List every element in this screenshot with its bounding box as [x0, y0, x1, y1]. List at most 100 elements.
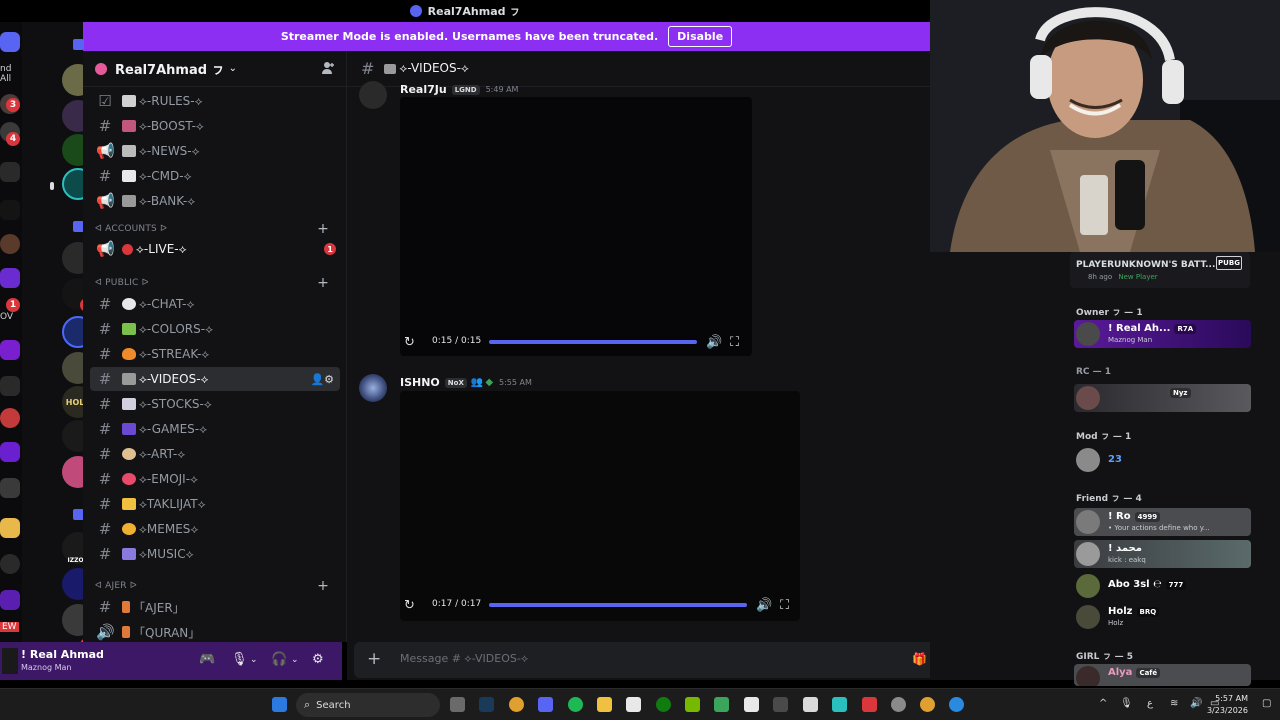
app-icon-2[interactable] — [773, 697, 788, 712]
notification-icon[interactable]: ▢ — [1262, 698, 1271, 709]
member-item[interactable]: ! محمد kick : eakq — [1074, 540, 1251, 568]
category-accounts[interactable]: ᐊ ACCOUNTS ᐅ + — [95, 221, 335, 237]
chrome-icon[interactable] — [509, 697, 524, 712]
taskbar-clock[interactable]: 5:57 AM 3/23/2026 — [1207, 693, 1248, 717]
category-public[interactable]: ᐊ PUBLIC ᐅ + — [95, 275, 335, 291]
edge-avatar-9[interactable] — [0, 408, 20, 428]
edge-avatar-13[interactable] — [0, 554, 20, 574]
gear-icon[interactable]: ⚙ — [312, 652, 324, 667]
headphones-icon[interactable]: 🎧 — [271, 652, 287, 667]
channel-art[interactable]: # ⟡-ART-⟡ — [90, 442, 340, 466]
language-indicator[interactable]: ع — [1147, 698, 1153, 709]
edge-avatar-6[interactable] — [0, 268, 20, 288]
gamepad-icon[interactable]: 🎮 — [199, 652, 215, 667]
channel-colors[interactable]: # ⟡-COLORS-⟡ — [90, 317, 340, 341]
camera-app-icon[interactable] — [450, 697, 465, 712]
channel-memes[interactable]: # ⟡MEMES⟡ — [90, 517, 340, 541]
wifi-icon[interactable]: ≋ — [1170, 698, 1178, 709]
settings-icon[interactable] — [891, 697, 906, 712]
activity-card[interactable]: PLAYERUNKNOWN'S BATT... 8h ago New Playe… — [1070, 252, 1250, 288]
microphone-icon[interactable]: 🎙 — [231, 652, 248, 667]
steam-icon[interactable] — [479, 697, 494, 712]
channel-chat[interactable]: # ⟡-CHAT-⟡ — [90, 292, 340, 316]
channel-cmd[interactable]: # ⟡-CMD-⟡ — [90, 164, 340, 188]
member-item[interactable]: Alya Café — [1074, 664, 1251, 686]
user-display-name[interactable]: ! Real Ahmad — [21, 648, 104, 661]
play-icon[interactable] — [714, 697, 729, 712]
channel-stocks[interactable]: # ⟡-STOCKS-⟡ — [90, 392, 340, 416]
avatar[interactable] — [359, 374, 387, 402]
taskbar-search[interactable]: ⌕ Search — [296, 693, 440, 717]
channel-boost[interactable]: # ⟡-BOOST-⟡ — [90, 114, 340, 138]
microphone-tray-icon[interactable]: 🎙 — [1120, 698, 1133, 709]
chevron-up-icon[interactable]: ^ — [1099, 698, 1107, 709]
discord-taskbar-icon[interactable] — [538, 697, 553, 712]
edge-avatar-4[interactable] — [0, 200, 20, 220]
add-channel-icon[interactable]: + — [317, 275, 329, 291]
app-icon-5[interactable] — [862, 697, 877, 712]
channel-games[interactable]: # ⟡-GAMES-⟡ — [90, 417, 340, 441]
video-progress-bar[interactable] — [489, 340, 697, 344]
avatar[interactable] — [2, 648, 18, 674]
nvidia-icon[interactable] — [685, 697, 700, 712]
channel-videos[interactable]: # ⟡-VIDEOS-⟡ 👤⚙ — [90, 367, 340, 391]
spotify-icon[interactable] — [568, 697, 583, 712]
channel-emoji[interactable]: # ⟡-EMOJI-⟡ — [90, 467, 340, 491]
chrome-icon-2[interactable] — [920, 697, 935, 712]
channel-taklijat[interactable]: # ⟡TAKLIJAT⟡ — [90, 492, 340, 516]
xbox-icon[interactable] — [656, 697, 671, 712]
fullscreen-icon[interactable]: ⛶ — [730, 335, 739, 350]
volume-icon[interactable]: 🔊 — [706, 335, 722, 350]
volume-icon[interactable]: 🔊 — [756, 598, 772, 613]
windows-start-icon[interactable] — [272, 697, 287, 712]
add-channel-icon[interactable]: + — [317, 221, 329, 237]
chevron-down-icon[interactable]: ⌄ — [250, 655, 258, 665]
channel-bank[interactable]: 📢 ⟡-BANK-⟡ — [90, 189, 340, 213]
video-progress-bar[interactable] — [489, 603, 747, 607]
channel-news[interactable]: 📢 ⟡-NEWS-⟡ — [90, 139, 340, 163]
app-icon-1[interactable] — [744, 697, 759, 712]
edge-avatar-12[interactable] — [0, 518, 20, 538]
edge-avatar-3[interactable] — [0, 162, 20, 182]
video-player[interactable] — [400, 391, 800, 621]
channel-settings-icons[interactable]: 👤⚙ — [310, 373, 334, 386]
edge-avatar-7[interactable] — [0, 340, 20, 360]
store-icon[interactable] — [626, 697, 641, 712]
app-icon-3[interactable] — [803, 697, 818, 712]
member-item[interactable]: Holz BRQ Holz — [1074, 603, 1251, 631]
discord-icon[interactable] — [0, 32, 20, 52]
video-player[interactable] — [400, 97, 752, 356]
volume-tray-icon[interactable]: 🔊 — [1190, 698, 1202, 709]
edge-avatar-14[interactable] — [0, 590, 20, 610]
message-input[interactable] — [400, 652, 900, 665]
member-item[interactable]: ! Real Ah... R7A Maznog Man — [1074, 320, 1251, 348]
channel-ajer[interactable]: # 「AJER」 — [90, 595, 340, 619]
channel-live[interactable]: 📢 ⟡-LIVE-⟡ 1 — [90, 237, 340, 261]
channel-music[interactable]: # ⟡MUSIC⟡ — [90, 542, 340, 566]
category-ajer[interactable]: ᐊ AJER ᐅ + — [95, 578, 335, 594]
gift-icon[interactable]: 🎁 — [912, 652, 927, 666]
channel-quran[interactable]: 🔊 「QURAN」 — [90, 620, 340, 644]
member-item[interactable]: ! Ro 4999 • Your actions define who y... — [1074, 508, 1251, 536]
add-attachment-icon[interactable]: + — [367, 649, 381, 669]
replay-icon[interactable]: ↻ — [404, 598, 415, 613]
member-item[interactable]: Abo 3sl ℮ 777 — [1074, 572, 1251, 600]
invite-people-icon[interactable] — [321, 61, 337, 77]
edge-avatar-8[interactable] — [0, 376, 20, 396]
file-explorer-icon[interactable] — [597, 697, 612, 712]
fullscreen-icon[interactable]: ⛶ — [780, 598, 789, 613]
message-author[interactable]: ISHNO — [400, 376, 440, 389]
folder-icon[interactable] — [73, 39, 84, 50]
edge-avatar-5[interactable] — [0, 234, 20, 254]
app-icon-4[interactable] — [832, 697, 847, 712]
edge-avatar-11[interactable] — [0, 478, 20, 498]
guild-header[interactable]: Real7Ahmad ㇷ ⌄ — [83, 51, 347, 87]
app-icon-6[interactable] — [949, 697, 964, 712]
add-channel-icon[interactable]: + — [317, 578, 329, 594]
member-item[interactable]: Nyz — [1074, 384, 1251, 412]
channel-streak[interactable]: # ⟡-STREAK-⟡ — [90, 342, 340, 366]
chevron-down-icon[interactable]: ⌄ — [291, 655, 299, 665]
disable-streamer-mode-button[interactable]: Disable — [668, 26, 733, 47]
replay-icon[interactable]: ↻ — [404, 335, 415, 350]
channel-rules[interactable]: ☑ ⟡-RULES-⟡ — [90, 89, 340, 113]
